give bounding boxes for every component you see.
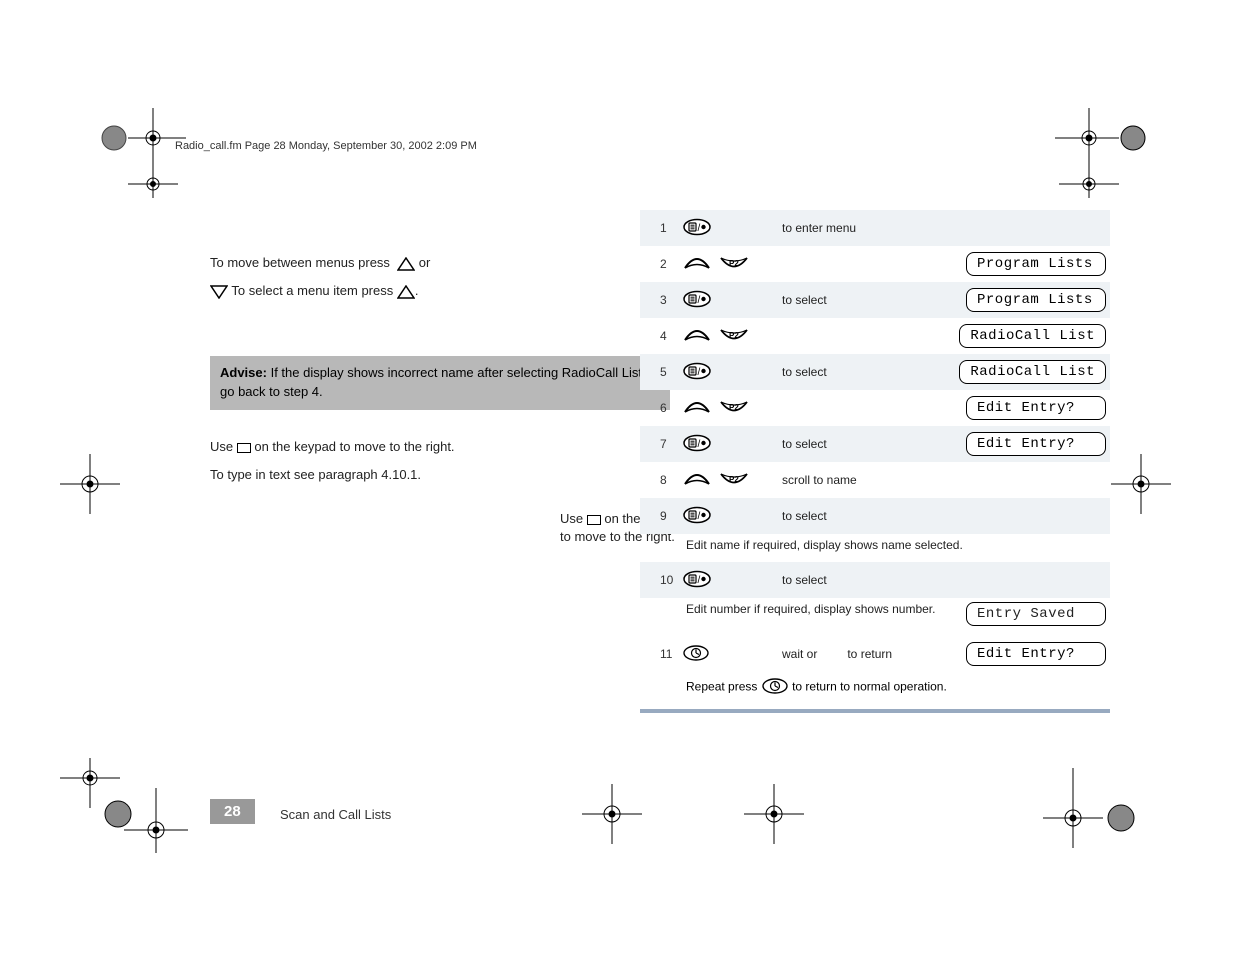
step-desc: to select <box>782 365 827 379</box>
menu-button-icon: / <box>682 434 712 455</box>
doc-header: Radio_call.fm Page 28 Monday, September … <box>175 140 477 152</box>
svg-text:/: / <box>698 439 701 450</box>
steps-list: 1 / to enter menu 2 P2 Program Lists 3 / <box>640 210 1110 713</box>
lcd-display: Edit Entry? <box>966 432 1106 456</box>
advise-body: If the display shows incorrect name afte… <box>220 365 646 399</box>
text: To select a menu item press <box>231 283 396 298</box>
svg-text:P2: P2 <box>729 475 739 484</box>
step-desc: scroll to name <box>782 473 857 487</box>
svg-text:P2: P2 <box>729 259 739 268</box>
lcd-display: Edit Entry? <box>966 396 1106 420</box>
menu-button-icon: / <box>682 290 712 311</box>
arc-up-icon <box>682 399 712 418</box>
text: Edit name if required, display shows nam… <box>686 538 963 552</box>
step-number: 8 <box>660 473 682 487</box>
triangle-down-icon <box>210 285 228 299</box>
square-key-icon <box>237 443 251 453</box>
text: Edit number if required, display shows n… <box>686 602 935 616</box>
svg-text:/: / <box>698 511 701 522</box>
svg-text:P2: P2 <box>729 403 739 412</box>
menu-button-icon: / <box>682 506 712 527</box>
svg-text:/: / <box>698 223 701 234</box>
left-column: To move between menus press or To select… <box>210 222 670 494</box>
text: To type in text see paragraph 4.10.1. <box>210 467 421 482</box>
step-row: 6 P2 Edit Entry? <box>640 390 1110 426</box>
text: To move between menus press <box>210 255 390 270</box>
menu-button-icon: / <box>682 570 712 591</box>
step-subtext: Edit name if required, display shows nam… <box>640 534 1110 562</box>
step-row: 2 P2 Program Lists <box>640 246 1110 282</box>
triangle-up-icon <box>397 285 415 299</box>
p2-button-icon: P2 <box>718 327 750 346</box>
step-row: 7 / to select Edit Entry? <box>640 426 1110 462</box>
svg-text:/: / <box>698 295 701 306</box>
lcd-display: Program Lists <box>966 288 1106 312</box>
p2-button-icon: P2 <box>718 399 750 418</box>
step-number: 4 <box>660 329 682 343</box>
text: . <box>415 283 419 298</box>
step-row: 9 / to select <box>640 498 1110 534</box>
step-number: 9 <box>660 509 682 523</box>
menu-button-icon: / <box>682 218 712 239</box>
svg-text:/: / <box>698 575 701 586</box>
step-row: 8 P2 scroll to name <box>640 462 1110 498</box>
step-desc: to select <box>782 437 827 451</box>
arc-up-icon <box>682 471 712 490</box>
crop-mark-icon <box>98 108 188 198</box>
triangle-up-icon <box>397 257 415 271</box>
svg-text:/: / <box>698 367 701 378</box>
step-row: 10 / to select <box>640 562 1110 598</box>
step-desc: to select <box>782 509 827 523</box>
step-row: 4 P2 RadioCall List <box>640 318 1110 354</box>
step-number: 10 <box>660 573 682 587</box>
step-desc: wait or to return <box>782 647 892 661</box>
text: on the keypad to move to the right. <box>254 439 454 454</box>
step-number: 11 <box>660 647 682 661</box>
clock-icon <box>761 678 789 697</box>
square-key-icon <box>587 515 601 525</box>
step-subtext: Entry Saved Edit number if required, dis… <box>640 598 1110 636</box>
menu-button-icon: / <box>682 362 712 383</box>
advise-title: Advise: <box>220 365 267 380</box>
lcd-display: Program Lists <box>966 252 1106 276</box>
page-label: Scan and Call Lists <box>280 807 391 822</box>
text: Use <box>210 439 237 454</box>
section-divider <box>640 709 1110 713</box>
step-number: 7 <box>660 437 682 451</box>
text: Use <box>560 511 587 526</box>
steps-column: 1 / to enter menu 2 P2 Program Lists 3 / <box>640 210 1110 713</box>
text: to return to normal operation. <box>792 680 947 694</box>
lcd-display: Edit Entry? <box>966 642 1106 666</box>
step-number: 6 <box>660 401 682 415</box>
footnote: Repeat press to return to normal operati… <box>640 672 1110 699</box>
p2-button-icon: P2 <box>718 255 750 274</box>
page-number: 28 <box>210 799 255 824</box>
step-row: 3 / to select Program Lists <box>640 282 1110 318</box>
advise-box: Advise: If the display shows incorrect n… <box>210 356 670 410</box>
step-number: 2 <box>660 257 682 271</box>
step-number: 3 <box>660 293 682 307</box>
step-row: 11 wait or to return Edit Entry? <box>640 636 1110 672</box>
crop-mark-icon <box>1049 108 1149 198</box>
step-desc: to enter menu <box>782 221 856 235</box>
step-desc: to select <box>782 293 827 307</box>
lcd-display: Entry Saved <box>966 602 1106 626</box>
arc-up-icon <box>682 255 712 274</box>
arc-up-icon <box>682 327 712 346</box>
lcd-display: RadioCall List <box>959 360 1106 384</box>
step-row: 1 / to enter menu <box>640 210 1110 246</box>
clock-icon <box>682 645 710 664</box>
p2-button-icon: P2 <box>718 471 750 490</box>
step-desc: to select <box>782 573 827 587</box>
step-row: 5 / to select RadioCall List <box>640 354 1110 390</box>
page-content: To move between menus press or To select… <box>100 200 1135 834</box>
step-number: 1 <box>660 221 682 235</box>
step-number: 5 <box>660 365 682 379</box>
svg-text:P2: P2 <box>729 331 739 340</box>
text: Repeat press <box>686 680 761 694</box>
lcd-display: RadioCall List <box>959 324 1106 348</box>
